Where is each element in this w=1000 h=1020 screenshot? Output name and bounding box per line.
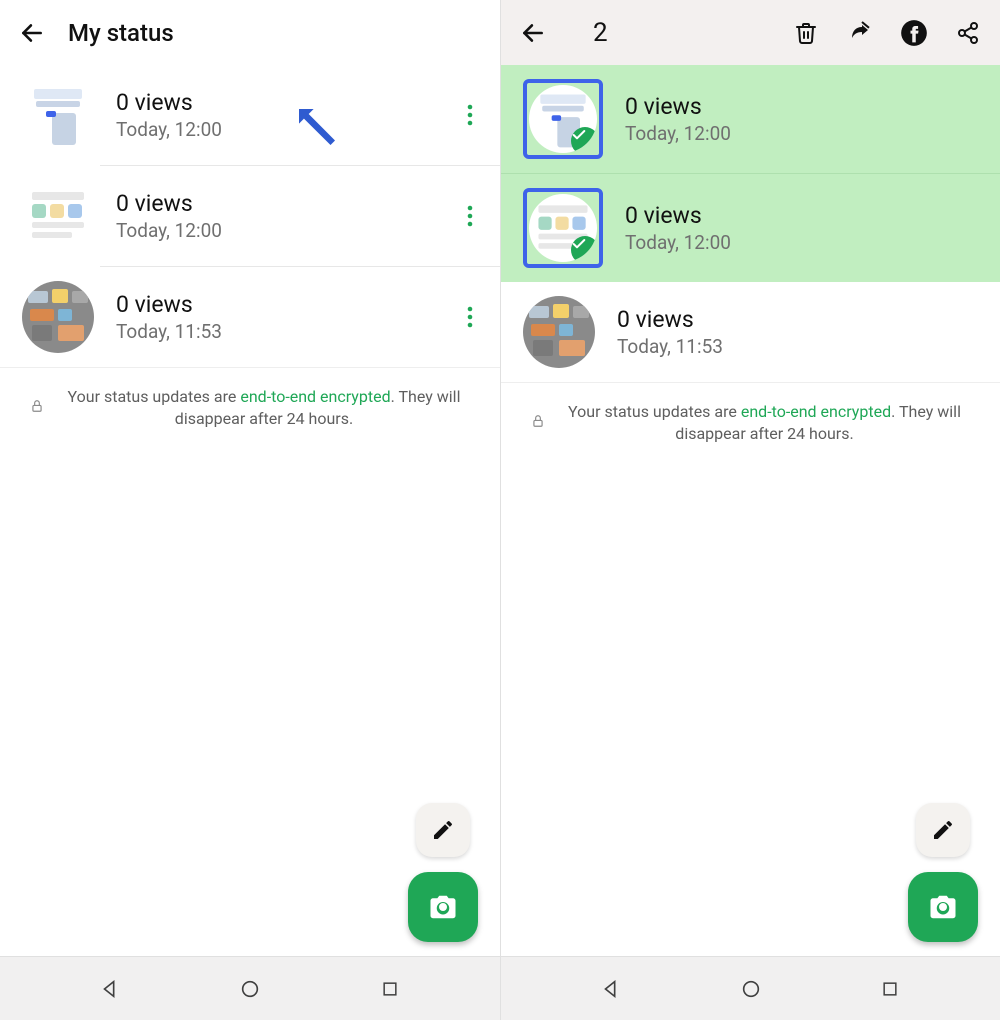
trash-icon [794,21,818,45]
nav-recent-button[interactable] [860,969,920,1009]
note-prefix: Your status updates are [68,387,241,406]
more-vert-icon [467,306,473,328]
arrow-back-icon [19,20,45,46]
app-bar: My status [0,0,500,65]
triangle-back-icon [600,978,622,1000]
row-more-button[interactable] [454,200,486,232]
encryption-text: Your status updates are end-to-end encry… [559,401,970,446]
triangle-back-icon [99,978,121,1000]
nav-home-button[interactable] [721,969,781,1009]
status-time: Today, 12:00 [625,231,986,254]
share-icon [956,21,980,45]
lock-icon [30,398,44,418]
compose-text-fab[interactable] [416,803,470,857]
status-views: 0 views [625,93,986,120]
more-vert-icon [467,104,473,126]
pencil-icon [931,818,955,842]
status-row[interactable]: 0 views Today, 11:53 [501,282,1000,382]
status-thumbnail [22,180,94,252]
status-views: 0 views [617,306,986,333]
status-row[interactable]: 0 views Today, 12:00 [0,65,500,165]
more-vert-icon [467,205,473,227]
close-selection-button[interactable] [515,15,551,51]
status-row-text: 0 views Today, 12:00 [625,93,986,145]
camera-icon [428,892,458,922]
status-thumbnail [22,281,94,353]
status-thumbnail [22,79,94,151]
android-nav-bar [0,956,500,1020]
status-row[interactable]: 0 views Today, 11:53 [0,267,500,367]
selected-check-icon [571,236,597,262]
selection-toolbar: 2 [501,0,1000,65]
status-row-text: 0 views Today, 11:53 [617,306,986,358]
encryption-text: Your status updates are end-to-end encry… [58,386,470,431]
selected-check-icon [571,127,597,153]
status-views: 0 views [116,190,454,217]
status-thumbnail [529,194,597,262]
pencil-icon [431,818,455,842]
selection-highlight [523,79,603,159]
delete-button[interactable] [788,15,824,51]
back-button[interactable] [14,15,50,51]
status-row-text: 0 views Today, 11:53 [116,291,454,343]
lock-icon [531,413,545,433]
camera-icon [928,892,958,922]
facebook-share-button[interactable] [896,15,932,51]
nav-back-button[interactable] [80,969,140,1009]
status-row[interactable]: 0 views Today, 12:00 [501,173,1000,282]
encryption-note: Your status updates are end-to-end encry… [0,367,500,439]
status-time: Today, 12:00 [625,122,986,145]
encrypted-link[interactable]: end-to-end encrypted [741,402,891,421]
square-recent-icon [380,979,400,999]
status-row-text: 0 views Today, 12:00 [116,89,454,141]
status-row[interactable]: 0 views Today, 12:00 [0,166,500,266]
arrow-back-icon [520,20,546,46]
row-more-button[interactable] [454,301,486,333]
android-nav-bar [501,956,1000,1020]
circle-home-icon [239,978,261,1000]
status-views: 0 views [116,89,454,116]
status-time: Today, 12:00 [116,118,454,141]
forward-icon [847,21,873,45]
nav-back-button[interactable] [581,969,641,1009]
status-views: 0 views [116,291,454,318]
selection-highlight [523,188,603,268]
nav-home-button[interactable] [220,969,280,1009]
selection-count: 2 [593,18,608,48]
pane-my-status: My status 0 views Today, 12:00 0 views T… [0,0,500,1020]
status-thumbnail [523,296,595,368]
status-row[interactable]: 0 views Today, 12:00 [501,65,1000,173]
status-row-text: 0 views Today, 12:00 [625,202,986,254]
status-time: Today, 11:53 [617,335,986,358]
encryption-note: Your status updates are end-to-end encry… [501,382,1000,454]
forward-button[interactable] [842,15,878,51]
status-time: Today, 11:53 [116,320,454,343]
status-time: Today, 12:00 [116,219,454,242]
pane-selection-mode: 2 0 views Today, 12:00 [500,0,1000,1020]
share-button[interactable] [950,15,986,51]
nav-recent-button[interactable] [360,969,420,1009]
compose-text-fab[interactable] [916,803,970,857]
square-recent-icon [880,979,900,999]
encrypted-link[interactable]: end-to-end encrypted [240,387,390,406]
camera-fab[interactable] [908,872,978,942]
status-thumbnail [529,85,597,153]
status-views: 0 views [625,202,986,229]
facebook-icon [900,19,928,47]
note-prefix: Your status updates are [568,402,741,421]
camera-fab[interactable] [408,872,478,942]
page-title: My status [68,19,174,47]
row-more-button[interactable] [454,99,486,131]
circle-home-icon [740,978,762,1000]
status-row-text: 0 views Today, 12:00 [116,190,454,242]
